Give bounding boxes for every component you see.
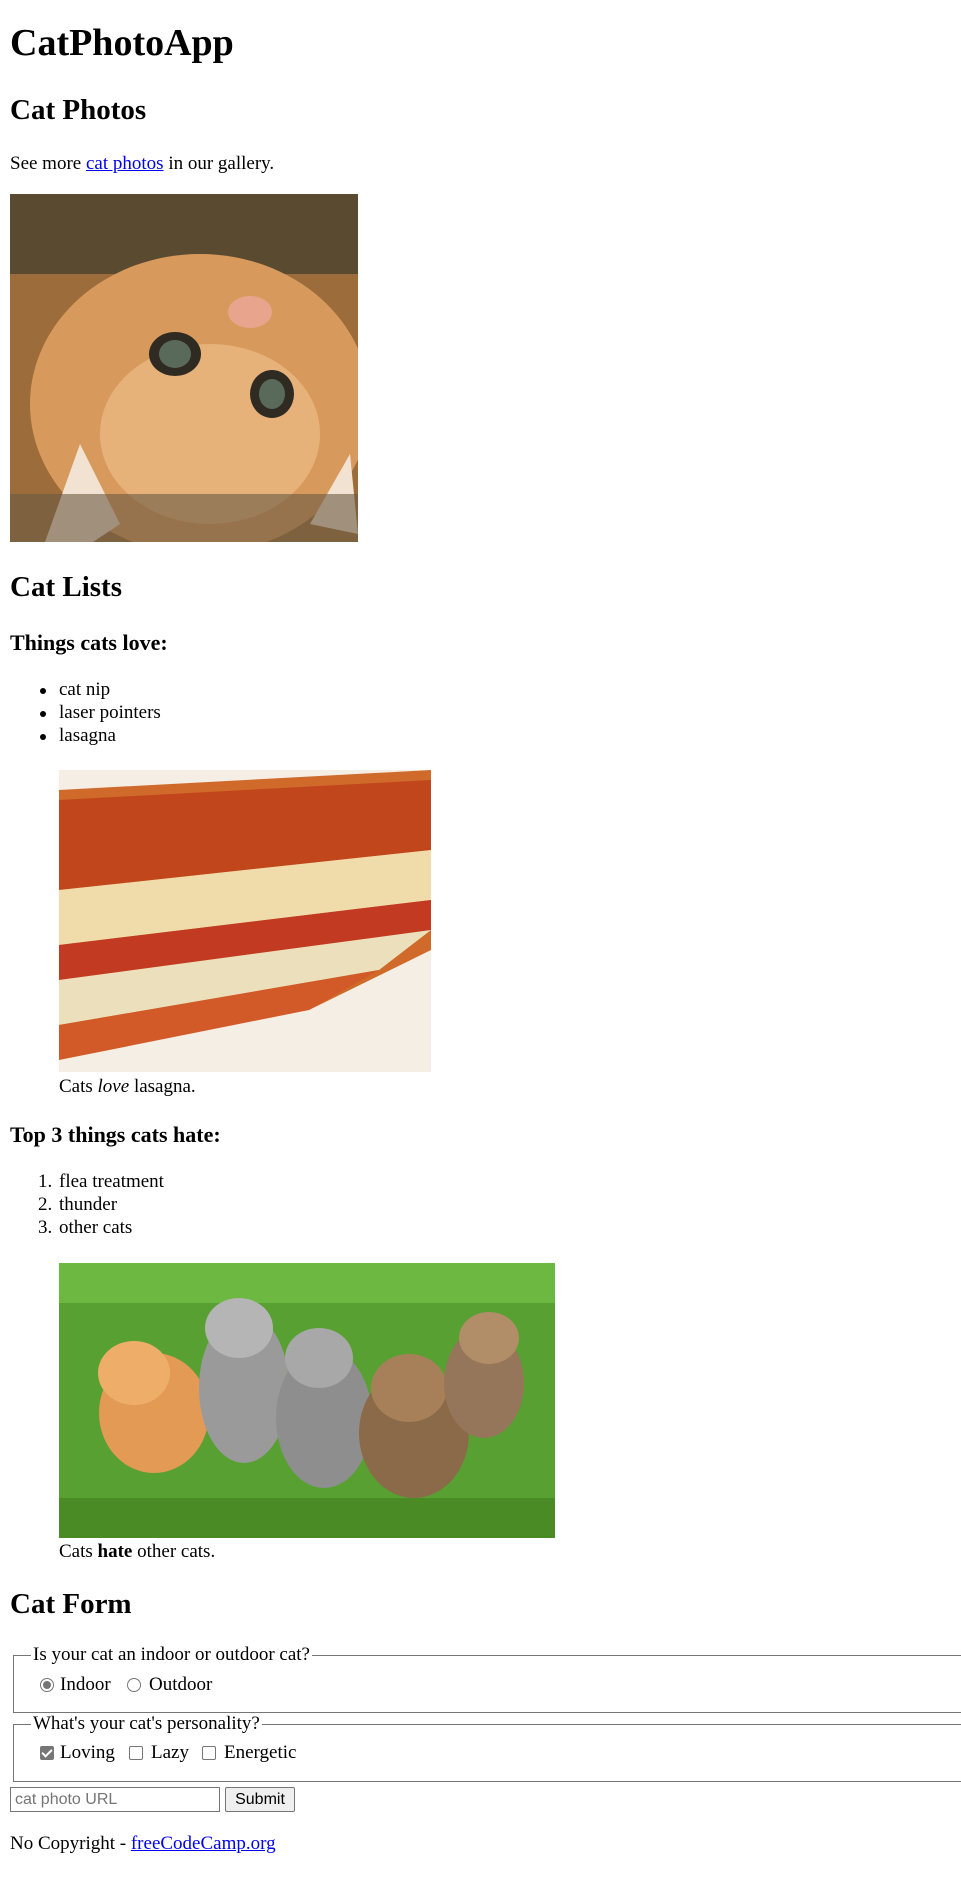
hate-heading: Top 3 things cats hate:: [10, 1122, 221, 1147]
energetic-checkbox[interactable]: [202, 1746, 216, 1760]
cat-lists-heading: Cat Lists: [10, 571, 122, 603]
kittens-caption-strong: hate: [97, 1541, 133, 1562]
lasagna-caption-before: Cats: [59, 1076, 98, 1097]
cat-photo-url-input[interactable]: [10, 1787, 220, 1812]
list-item: 3. other cats: [10, 1217, 164, 1240]
list-item: laser pointers: [10, 702, 161, 725]
lazy-checkbox[interactable]: [129, 1746, 143, 1760]
page-title: CatPhotoApp: [10, 22, 234, 64]
submit-button[interactable]: Submit: [225, 1787, 295, 1812]
list-item-label: cat nip: [59, 679, 111, 700]
bullet-icon: [40, 688, 46, 694]
list-item: lasagna: [10, 725, 161, 748]
list-item-label: flea treatment: [59, 1171, 164, 1192]
kittens-caption: Cats hate other cats.: [59, 1541, 215, 1564]
indoor-radio[interactable]: [40, 1678, 54, 1692]
outdoor-radio[interactable]: [127, 1678, 141, 1692]
gallery-intro-before: See more: [10, 153, 86, 174]
lasagna-image: [59, 770, 431, 1072]
gallery-intro-after: in our gallery.: [163, 153, 275, 174]
kitten-image: [10, 194, 358, 542]
kittens-caption-after: other cats.: [132, 1541, 216, 1562]
location-fieldset: Is your cat an indoor or outdoor cat? In…: [13, 1644, 961, 1713]
lazy-label[interactable]: Lazy: [151, 1742, 189, 1765]
footer-text: No Copyright -: [10, 1833, 131, 1854]
love-heading: Things cats love:: [10, 630, 168, 655]
hate-list: 1. flea treatment 2. thunder 3. other cats: [10, 1171, 164, 1240]
outdoor-label[interactable]: Outdoor: [149, 1674, 212, 1697]
lasagna-caption-emphasis: love: [97, 1076, 130, 1097]
lasagna-caption-after: lasagna.: [129, 1076, 196, 1097]
list-item-label: lasagna: [59, 725, 116, 746]
loving-checkbox[interactable]: [40, 1746, 54, 1760]
list-item: cat nip: [10, 679, 161, 702]
indoor-label[interactable]: Indoor: [60, 1674, 111, 1697]
personality-legend: What's your cat's personality?: [31, 1713, 262, 1735]
cat-photos-heading: Cat Photos: [10, 94, 147, 126]
list-number: 3.: [38, 1217, 53, 1238]
list-item-label: laser pointers: [59, 702, 161, 723]
bullet-icon: [40, 734, 46, 740]
kitten-photo-link[interactable]: [10, 194, 358, 542]
kittens-image: [59, 1263, 555, 1538]
personality-fieldset: What's your cat's personality? Loving La…: [13, 1713, 961, 1782]
energetic-label[interactable]: Energetic: [224, 1742, 296, 1765]
bullet-icon: [40, 711, 46, 717]
footer: No Copyright - freeCodeCamp.org: [10, 1833, 276, 1856]
list-number: 2.: [38, 1194, 53, 1215]
love-list: cat nip laser pointers lasagna: [10, 679, 161, 748]
list-item-label: thunder: [59, 1194, 118, 1215]
freecodecamp-link[interactable]: freeCodeCamp.org: [131, 1833, 276, 1854]
location-legend: Is your cat an indoor or outdoor cat?: [31, 1644, 312, 1666]
lasagna-caption: Cats love lasagna.: [59, 1076, 196, 1099]
kittens-caption-before: Cats: [59, 1541, 98, 1562]
cat-form-heading: Cat Form: [10, 1588, 132, 1620]
list-item: 2. thunder: [10, 1194, 164, 1217]
list-number: 1.: [38, 1171, 53, 1192]
list-item: 1. flea treatment: [10, 1171, 164, 1194]
cat-photos-link[interactable]: cat photos: [86, 153, 164, 174]
loving-label[interactable]: Loving: [60, 1742, 115, 1765]
gallery-intro: See more cat photos in our gallery.: [10, 153, 274, 176]
list-item-label: other cats: [59, 1217, 133, 1238]
